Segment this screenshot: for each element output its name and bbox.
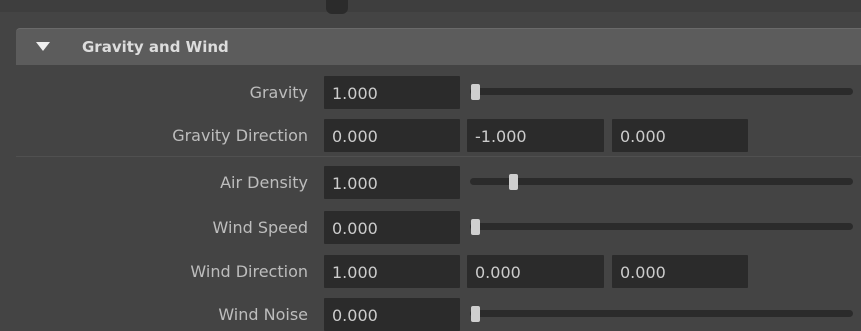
attribute-editor-panel: Gravity and Wind Gravity 1.000 Gravity D… [0, 0, 861, 331]
gravity-slider-handle[interactable] [471, 84, 480, 100]
gravity-field[interactable]: 1.000 [324, 76, 460, 109]
air-density-label: Air Density [220, 173, 308, 192]
wind-direction-y-field[interactable]: 0.000 [467, 255, 604, 288]
gravity-direction-label: Gravity Direction [172, 126, 308, 145]
attribute-row-air-density: Air Density 1.000 [0, 164, 861, 201]
gravity-direction-z-field[interactable]: 0.000 [612, 119, 748, 152]
wind-noise-field[interactable]: 0.000 [324, 298, 460, 331]
air-density-slider-handle[interactable] [509, 174, 519, 190]
attribute-row-gravity: Gravity 1.000 [0, 74, 861, 111]
wind-noise-label: Wind Noise [218, 305, 308, 324]
wind-speed-label: Wind Speed [212, 218, 308, 237]
wind-speed-slider-handle[interactable] [471, 219, 480, 235]
attribute-row-gravity-direction: Gravity Direction 0.000 -1.000 0.000 [0, 117, 861, 154]
gravity-direction-x-field[interactable]: 0.000 [324, 119, 460, 152]
divider [16, 156, 861, 157]
triangle-down-icon[interactable] [36, 42, 50, 51]
gravity-direction-y-field[interactable]: -1.000 [467, 119, 604, 152]
wind-noise-slider-handle[interactable] [471, 306, 480, 322]
gravity-label: Gravity [249, 83, 308, 102]
scrollbar-handle[interactable] [326, 0, 348, 14]
wind-speed-field[interactable]: 0.000 [324, 211, 460, 244]
air-density-slider[interactable] [470, 178, 853, 185]
gravity-slider[interactable] [470, 88, 853, 95]
top-strip [0, 0, 861, 12]
section-header-gravity-and-wind[interactable]: Gravity and Wind [16, 28, 861, 65]
attribute-row-wind-noise: Wind Noise 0.000 [0, 296, 861, 331]
attribute-row-wind-direction: Wind Direction 1.000 0.000 0.000 [0, 253, 861, 290]
section-title: Gravity and Wind [82, 38, 229, 56]
wind-speed-slider[interactable] [470, 223, 853, 230]
wind-noise-slider[interactable] [470, 310, 853, 317]
wind-direction-x-field[interactable]: 1.000 [324, 255, 460, 288]
air-density-field[interactable]: 1.000 [324, 166, 460, 199]
wind-direction-z-field[interactable]: 0.000 [612, 255, 748, 288]
attribute-row-wind-speed: Wind Speed 0.000 [0, 209, 861, 246]
wind-direction-label: Wind Direction [190, 262, 308, 281]
